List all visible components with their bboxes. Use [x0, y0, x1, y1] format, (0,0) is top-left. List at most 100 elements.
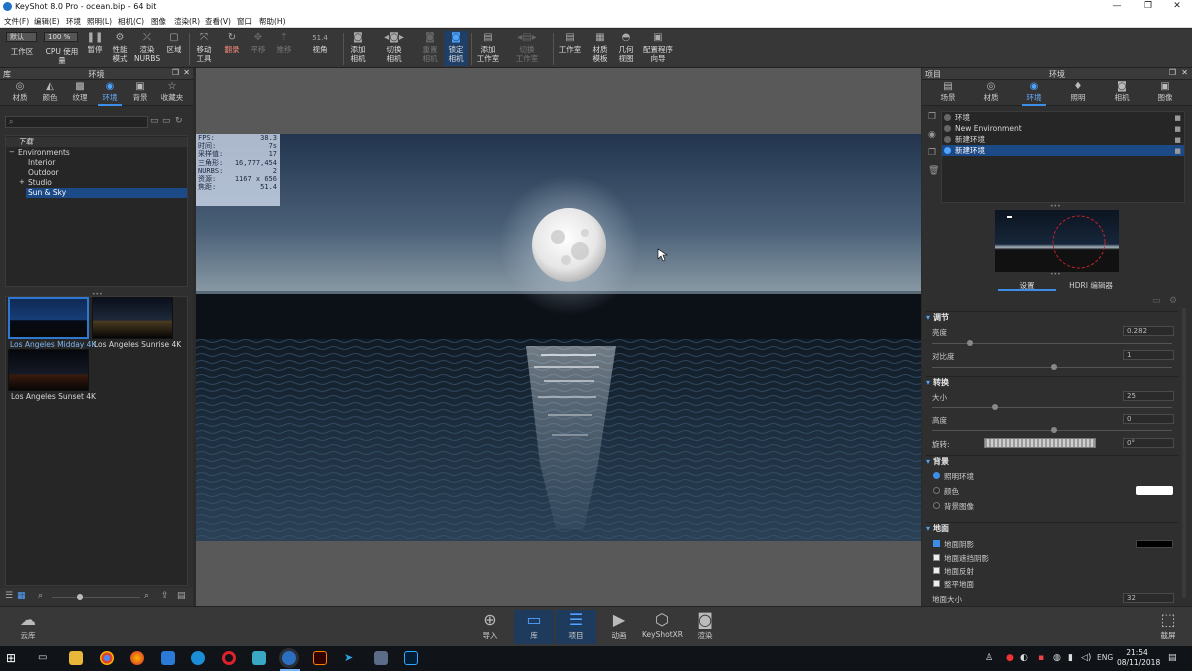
- telegram-icon[interactable]: ➤: [344, 651, 353, 664]
- contrast-slider-knob[interactable]: [1051, 364, 1057, 370]
- zoom-out-icon[interactable]: ⌕: [38, 591, 43, 601]
- folder-icon[interactable]: ▭: [150, 116, 159, 126]
- folder-add-icon[interactable]: ▭: [162, 116, 171, 126]
- size-slider[interactable]: [932, 407, 1172, 408]
- tab-scene[interactable]: ▤ 场景: [934, 81, 962, 105]
- ground-shadow-checkbox[interactable]: [933, 540, 940, 547]
- background-color-radio[interactable]: [933, 487, 940, 494]
- switch-camera-button[interactable]: ◂◙▸ 切换 相机: [378, 31, 410, 66]
- tab-camera[interactable]: ◙ 相机: [1108, 81, 1136, 105]
- splitter-handle[interactable]: •••: [1050, 271, 1061, 278]
- animation-button[interactable]: ▶ 动画: [599, 610, 639, 644]
- duplicate-icon[interactable]: ❐: [928, 112, 936, 122]
- reset-button[interactable]: ↻ 翻录: [220, 31, 244, 66]
- studio-button[interactable]: ▤ 工作室: [556, 31, 584, 66]
- refresh-icon[interactable]: ↻: [175, 116, 183, 126]
- float-icon[interactable]: ❐: [172, 68, 179, 77]
- menu-environment[interactable]: 环境: [66, 16, 81, 27]
- float-icon[interactable]: ❐: [1169, 68, 1176, 77]
- maximize-button[interactable]: ❐: [1133, 0, 1163, 14]
- section-background[interactable]: ▾ 背景: [926, 455, 1178, 466]
- ocean-moon-scene[interactable]: [196, 134, 921, 541]
- flatten-ground-checkbox[interactable]: [933, 580, 940, 587]
- app-icon[interactable]: [191, 651, 205, 665]
- import-button[interactable]: ⊕ 导入: [470, 610, 510, 644]
- height-slider-knob[interactable]: [1051, 427, 1057, 433]
- reset-camera-button[interactable]: ◙ 重置 相机: [416, 31, 444, 66]
- env-list-item[interactable]: New Environment ■: [942, 123, 1184, 134]
- collapse-icon[interactable]: −: [9, 148, 15, 156]
- contrast-input[interactable]: 1: [1123, 350, 1174, 360]
- tab-colors[interactable]: ◭ 颜色: [36, 81, 64, 105]
- menu-camera[interactable]: 相机(C): [118, 16, 144, 27]
- size-slider-knob[interactable]: [992, 404, 998, 410]
- menu-image[interactable]: 图像: [151, 16, 166, 27]
- env-list-item[interactable]: 新建环境 ■: [942, 134, 1184, 145]
- ground-size-input[interactable]: 32: [1123, 593, 1174, 603]
- menu-render[interactable]: 渲染(R): [174, 16, 200, 27]
- illustrator-icon[interactable]: [313, 651, 327, 665]
- performance-mode-button[interactable]: ⚙ 性能 模式: [108, 31, 132, 66]
- library-icon[interactable]: ▤: [177, 591, 186, 601]
- cloud-library-button[interactable]: ☁ 云库: [8, 610, 48, 644]
- close-icon[interactable]: ✕: [1181, 68, 1188, 77]
- clock[interactable]: 21:54 08/11/2018: [1117, 648, 1160, 668]
- chrome-icon[interactable]: [100, 651, 114, 665]
- tab-environment[interactable]: ◉ 环境: [1020, 81, 1048, 106]
- menu-view[interactable]: 查看(V): [205, 16, 231, 27]
- upload-icon[interactable]: ⇪: [161, 591, 169, 601]
- splitter-handle[interactable]: •••: [1050, 203, 1061, 210]
- height-input[interactable]: 0: [1123, 414, 1174, 424]
- thumbnail-la-sunrise[interactable]: [92, 297, 173, 339]
- tree-item-interior[interactable]: Interior: [6, 158, 55, 168]
- app-icon[interactable]: [161, 651, 175, 665]
- menu-lighting[interactable]: 照明(L): [87, 16, 112, 27]
- tab-materials[interactable]: ◎ 材质: [977, 81, 1005, 105]
- move-tool-button[interactable]: ⤧ 移动 工具: [192, 31, 216, 66]
- tray-app-icon[interactable]: ●: [1006, 653, 1014, 663]
- menu-file[interactable]: 文件(F): [4, 16, 29, 27]
- ground-reflection-checkbox[interactable]: [933, 567, 940, 574]
- tab-lighting[interactable]: ♦ 照明: [1064, 81, 1092, 105]
- library-button[interactable]: ▭ 库: [514, 610, 554, 644]
- tray-app-icon[interactable]: ◍: [1053, 653, 1061, 663]
- background-lighting-radio[interactable]: [933, 472, 940, 479]
- geometry-view-button[interactable]: ◓ 几何 视图: [614, 31, 638, 66]
- volume-icon[interactable]: ◁): [1081, 653, 1091, 663]
- keyshotxr-button[interactable]: ⬡ KeyShotXR: [642, 610, 683, 644]
- ground-shadow-color-swatch[interactable]: [1136, 540, 1173, 548]
- thumbnail-la-midday[interactable]: [8, 297, 89, 339]
- rotation-dial[interactable]: [984, 438, 1096, 448]
- notifications-icon[interactable]: ▤: [1168, 653, 1177, 663]
- network-icon[interactable]: ▮: [1068, 653, 1073, 663]
- tree-item-environments[interactable]: Environments: [6, 148, 70, 158]
- tab-textures[interactable]: ▩ 纹理: [66, 81, 94, 105]
- thumbnail-size-knob[interactable]: [77, 594, 83, 600]
- render-button[interactable]: ◙ 渲染: [685, 610, 725, 644]
- zoom-in-icon[interactable]: ⌕: [144, 591, 149, 601]
- thumbnail-la-sunset[interactable]: [8, 349, 89, 391]
- photoshop-icon[interactable]: [404, 651, 418, 665]
- add-studio-button[interactable]: ▤ 添加 工作室: [474, 31, 502, 66]
- section-adjust[interactable]: ▾ 调节: [926, 311, 1178, 322]
- brightness-input[interactable]: 0.282: [1123, 326, 1174, 336]
- list-view-icon[interactable]: ☰: [5, 591, 13, 601]
- material-template-button[interactable]: ▦ 材质 模板: [588, 31, 612, 66]
- screenshot-button[interactable]: ⬚ 截屏: [1148, 610, 1188, 644]
- tray-app-icon[interactable]: ▪: [1038, 653, 1044, 663]
- tree-item-studio[interactable]: Studio: [6, 178, 52, 188]
- tab-materials[interactable]: ◎ 材质: [6, 81, 34, 105]
- grid-view-icon[interactable]: ▦: [17, 591, 26, 601]
- firefox-icon[interactable]: [130, 651, 144, 665]
- background-color-swatch[interactable]: [1136, 486, 1173, 495]
- subtab-hdri-editor[interactable]: HDRI 编辑器: [1060, 280, 1122, 291]
- tree-item-outdoor[interactable]: Outdoor: [6, 168, 59, 178]
- lock-camera-button[interactable]: ◙ 锁定 相机: [444, 31, 468, 66]
- fov-control[interactable]: 51.4 视角: [300, 31, 340, 66]
- tab-environments[interactable]: ◉ 环境: [96, 81, 124, 106]
- trash-icon[interactable]: 🗑: [928, 166, 939, 176]
- background-image-radio[interactable]: [933, 502, 940, 509]
- project-button[interactable]: ☰ 项目: [556, 610, 596, 644]
- close-icon[interactable]: ✕: [183, 68, 190, 77]
- language-indicator[interactable]: ENG: [1097, 653, 1113, 662]
